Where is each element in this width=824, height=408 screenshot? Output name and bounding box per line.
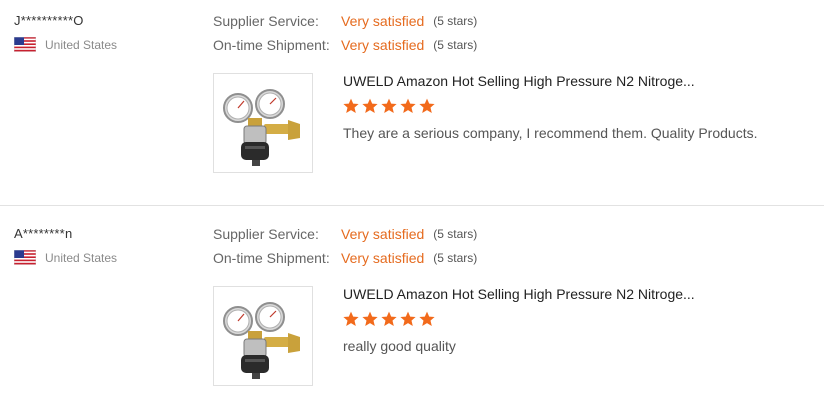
star-icon	[400, 311, 416, 326]
review-item: A********n United States Supplier Servic…	[0, 213, 824, 408]
star-icon	[343, 98, 359, 113]
review-comment: really good quality	[343, 338, 456, 354]
us-flag-icon	[14, 250, 36, 265]
buyer-name: A********n	[14, 226, 73, 241]
supplier-service-label: Supplier Service:	[213, 226, 319, 242]
star-icon	[362, 311, 378, 326]
supplier-service-rating: Supplier Service: Very satisfied (5 star…	[213, 12, 477, 30]
pressure-regulator-image	[223, 89, 300, 166]
shipment-stars: (5 stars)	[433, 38, 478, 52]
supplier-service-label: Supplier Service:	[213, 13, 319, 29]
shipment-label: On-time Shipment:	[213, 37, 330, 53]
supplier-service-value: Very satisfied	[341, 13, 425, 29]
rating-stars	[343, 311, 438, 327]
review-item: J**********O United States Supplier Serv…	[0, 0, 824, 205]
product-thumbnail[interactable]	[213, 286, 313, 386]
buyer-name: J**********O	[14, 13, 84, 28]
supplier-service-rating: Supplier Service: Very satisfied (5 star…	[213, 225, 477, 243]
review-comment: They are a serious company, I recommend …	[343, 125, 758, 141]
star-icon	[419, 98, 435, 113]
buyer-country: United States	[14, 250, 117, 265]
shipment-rating: On-time Shipment: Very satisfied (5 star…	[213, 249, 477, 267]
us-flag-icon	[14, 37, 36, 52]
pressure-regulator-image	[223, 302, 300, 379]
supplier-service-stars: (5 stars)	[433, 227, 478, 241]
rating-stars	[343, 98, 438, 114]
product-title[interactable]: UWELD Amazon Hot Selling High Pressure N…	[343, 73, 703, 89]
star-icon	[362, 98, 378, 113]
shipment-label: On-time Shipment:	[213, 250, 330, 266]
shipment-rating: On-time Shipment: Very satisfied (5 star…	[213, 36, 477, 54]
supplier-service-value: Very satisfied	[341, 226, 425, 242]
shipment-value: Very satisfied	[341, 250, 425, 266]
star-icon	[419, 311, 435, 326]
star-icon	[343, 311, 359, 326]
star-icon	[400, 98, 416, 113]
buyer-country: United States	[14, 37, 117, 52]
country-name: United States	[45, 250, 118, 265]
country-name: United States	[45, 37, 118, 52]
star-icon	[381, 311, 397, 326]
shipment-value: Very satisfied	[341, 37, 425, 53]
shipment-stars: (5 stars)	[433, 251, 478, 265]
star-icon	[381, 98, 397, 113]
supplier-service-stars: (5 stars)	[433, 14, 478, 28]
product-thumbnail[interactable]	[213, 73, 313, 173]
review-divider	[0, 205, 824, 206]
product-title[interactable]: UWELD Amazon Hot Selling High Pressure N…	[343, 286, 703, 302]
